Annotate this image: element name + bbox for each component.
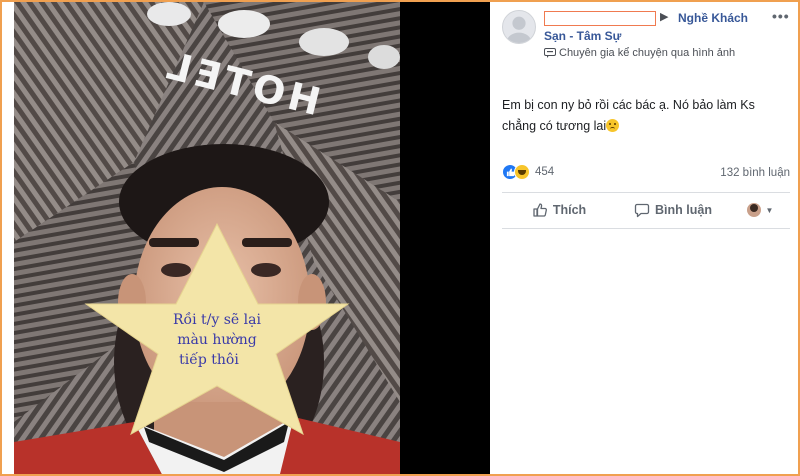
group-name-link[interactable]: Nghề Khách [678,11,748,25]
photo-scene: HOTEL [14,2,400,474]
left-margin [2,2,14,474]
star-text-line2: màu hường [177,332,257,348]
redacted-author-name[interactable] [544,11,656,26]
comment-label: Bình luận [655,203,712,217]
expert-badge-icon [544,48,556,58]
screenshot-frame: HOTEL Rồi t/y sẽ lại màu hường tiếp thôi [0,0,800,476]
star-text-line1: Rồi t/y sẽ lại [173,312,261,328]
post-photo[interactable]: HOTEL Rồi t/y sẽ lại màu hường tiếp thôi [14,2,400,474]
thumbs-up-icon [533,203,547,217]
share-arrow-icon: ▶ [660,11,669,23]
post-body: Em bị con ny bỏ rồi các bác ạ. Nó bảo là… [502,95,792,137]
sad-emoji-icon [606,119,620,132]
photo-viewer-backdrop [400,2,490,474]
like-button[interactable]: Thích [502,202,616,218]
comment-bubble-icon [634,203,650,218]
post-actions: Thích Bình luận ▼ [502,195,790,225]
group-name-continued[interactable]: Sạn - Tâm Sự [544,29,621,43]
reaction-count: 454 [535,166,555,178]
author-badge: Chuyên gia kể chuyện qua hình ảnh [544,47,735,59]
avatar-placeholder-icon[interactable] [502,10,536,44]
star-text-line3: tiếp thôi [179,352,239,368]
comment-button[interactable]: Bình luận [616,202,730,218]
like-label: Thích [552,203,587,217]
post-panel: ▶ Nghề Khách ••• Sạn - Tâm Sự Chuyên gia… [490,2,798,474]
reaction-summary[interactable]: 454 [502,164,554,180]
divider-bottom [502,228,790,229]
badge-text: Chuyên gia kể chuyện qua hình ảnh [559,47,736,59]
comment-count-link[interactable]: 132 bình luận [720,167,790,179]
user-avatar [746,203,761,217]
more-options-icon[interactable]: ••• [772,8,790,24]
chevron-down-icon: ▼ [765,205,774,215]
haha-reaction-icon [514,164,530,180]
divider-top [502,192,790,193]
post-text: Em bị con ny bỏ rồi các bác ạ. Nó bảo là… [502,98,755,133]
reaction-identity-selector[interactable]: ▼ [730,203,790,217]
